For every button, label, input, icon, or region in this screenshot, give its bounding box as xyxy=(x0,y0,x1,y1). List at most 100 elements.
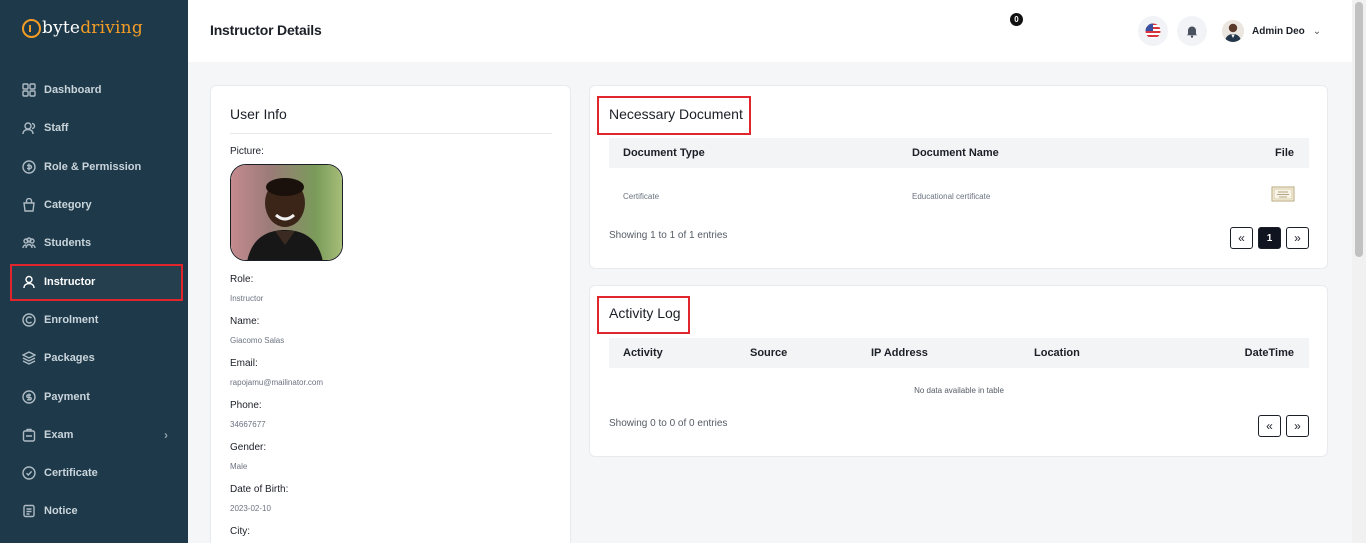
bell-icon xyxy=(1187,26,1197,38)
dashboard-icon xyxy=(22,83,36,97)
pagination-next-button[interactable]: » xyxy=(1286,227,1309,249)
sidebar-item-label: Students xyxy=(44,237,92,250)
col-document-type[interactable]: Document Type xyxy=(623,147,705,159)
sidebar-item-category[interactable]: Category xyxy=(0,186,188,224)
staff-icon xyxy=(22,121,36,135)
sidebar-item-packages[interactable]: Packages xyxy=(0,339,188,377)
packages-icon xyxy=(22,351,36,366)
city-label: City: xyxy=(230,526,250,537)
document-table-header: Document Type Document Name File xyxy=(609,138,1309,168)
sidebar-item-students[interactable]: Students xyxy=(0,224,188,262)
steering-wheel-icon xyxy=(22,18,41,38)
dob-value: 2023-02-10 xyxy=(230,504,271,513)
picture-label: Picture: xyxy=(230,146,264,157)
name-label: Name: xyxy=(230,316,260,327)
empty-table-message: No data available in table xyxy=(914,386,1004,395)
activity-table-header: Activity Source IP Address Location Date… xyxy=(609,338,1309,368)
activity-log-title: Activity Log xyxy=(609,305,681,321)
document-showing-entries: Showing 1 to 1 of 1 entries xyxy=(609,230,728,241)
col-activity[interactable]: Activity xyxy=(623,347,663,359)
sidebar-item-label: Packages xyxy=(44,352,95,365)
chevron-right-icon: › xyxy=(164,427,168,442)
pagination-prev-button[interactable]: « xyxy=(1258,415,1281,437)
pagination-page-1[interactable]: 1 xyxy=(1258,227,1281,249)
page-title: Instructor Details xyxy=(210,22,322,38)
chevron-down-icon: ⌄ xyxy=(1312,25,1322,37)
user-info-card: User Info Picture: Role: Instructor Name… xyxy=(210,85,571,543)
sidebar-item-label: Instructor xyxy=(44,275,96,288)
exam-icon xyxy=(22,428,36,442)
necessary-document-card: Necessary Document Document Type Documen… xyxy=(589,85,1328,269)
top-header: Instructor Details Admin Deo ⌄ xyxy=(188,0,1352,62)
sidebar-item-label: Enrolment xyxy=(44,313,99,326)
brand-name: bytedriving xyxy=(42,18,143,38)
necessary-document-title: Necessary Document xyxy=(609,106,743,122)
sidebar-item-role-permission[interactable]: Role & Permission xyxy=(0,148,188,186)
sidebar: bytedriving Dashboard Staff Role & Permi… xyxy=(0,0,188,543)
sidebar-item-label: Staff xyxy=(44,122,69,135)
col-datetime[interactable]: DateTime xyxy=(1245,347,1294,359)
language-button[interactable] xyxy=(1138,16,1168,46)
payment-icon xyxy=(22,389,36,404)
certificate-file-icon[interactable] xyxy=(1271,186,1295,207)
notification-button[interactable] xyxy=(1177,16,1207,46)
brand-name-part2: driving xyxy=(80,18,143,38)
col-source[interactable]: Source xyxy=(750,347,787,359)
sidebar-item-instructor[interactable]: Instructor xyxy=(0,262,188,302)
gender-value: Male xyxy=(230,462,248,471)
sidebar-item-certificate[interactable]: Certificate xyxy=(0,454,188,492)
sidebar-item-dashboard[interactable]: Dashboard xyxy=(0,71,188,109)
document-name-cell: Educational certificate xyxy=(912,192,991,201)
notification-count-badge: 0 xyxy=(1010,13,1023,26)
sidebar-item-label: Dashboard xyxy=(44,84,102,97)
category-icon xyxy=(22,198,36,212)
instructor-photo xyxy=(230,164,343,261)
sidebar-item-enrolment[interactable]: Enrolment xyxy=(0,301,188,339)
col-location[interactable]: Location xyxy=(1034,347,1080,359)
sidebar-item-label: Payment xyxy=(44,390,90,403)
divider xyxy=(230,133,552,134)
name-value: Giacomo Salas xyxy=(230,336,285,345)
sidebar-nav: Dashboard Staff Role & Permission Catego… xyxy=(0,71,188,531)
sidebar-item-notice[interactable]: Notice xyxy=(0,492,188,530)
user-info-title: User Info xyxy=(230,106,287,122)
col-document-name[interactable]: Document Name xyxy=(912,147,999,159)
role-value: Instructor xyxy=(230,294,264,303)
scrollbar-thumb[interactable] xyxy=(1355,2,1363,257)
col-ip-address[interactable]: IP Address xyxy=(871,347,928,359)
activity-showing-entries: Showing 0 to 0 of 0 entries xyxy=(609,418,728,429)
col-file[interactable]: File xyxy=(1275,147,1294,159)
brand-logo[interactable]: bytedriving xyxy=(22,16,143,40)
sidebar-item-label: Certificate xyxy=(44,467,98,480)
sidebar-item-exam[interactable]: Exam › xyxy=(0,416,188,454)
pagination-next-button[interactable]: » xyxy=(1286,415,1309,437)
brand-name-part1: byte xyxy=(42,18,81,38)
us-flag-icon xyxy=(1145,23,1161,39)
document-type-cell: Certificate xyxy=(623,192,660,201)
sidebar-item-staff[interactable]: Staff xyxy=(0,109,188,147)
sidebar-item-label: Notice xyxy=(44,505,78,518)
permission-icon xyxy=(22,160,36,174)
email-value: rapojamu@mailinator.com xyxy=(230,378,324,387)
user-menu[interactable]: Admin Deo ⌄ xyxy=(1222,20,1321,42)
activity-log-card: Activity Log Activity Source IP Address … xyxy=(589,285,1328,457)
phone-label: Phone: xyxy=(230,400,262,411)
gender-label: Gender: xyxy=(230,442,267,453)
avatar xyxy=(1222,20,1244,42)
sidebar-item-payment[interactable]: Payment xyxy=(0,377,188,415)
instructor-icon xyxy=(22,275,36,289)
certificate-icon xyxy=(22,466,36,480)
dob-label: Date of Birth: xyxy=(230,484,289,495)
role-label: Role: xyxy=(230,274,254,285)
phone-value: 34667677 xyxy=(230,420,266,429)
students-icon xyxy=(22,236,36,250)
page-scrollbar[interactable] xyxy=(1352,0,1366,543)
enrolment-icon xyxy=(22,313,36,327)
sidebar-item-label: Exam xyxy=(44,428,74,441)
notice-icon xyxy=(22,504,36,518)
sidebar-item-label: Role & Permission xyxy=(44,160,142,173)
email-label: Email: xyxy=(230,358,258,369)
pagination-prev-button[interactable]: « xyxy=(1230,227,1253,249)
user-name: Admin Deo xyxy=(1252,25,1305,37)
sidebar-item-label: Category xyxy=(44,199,92,212)
